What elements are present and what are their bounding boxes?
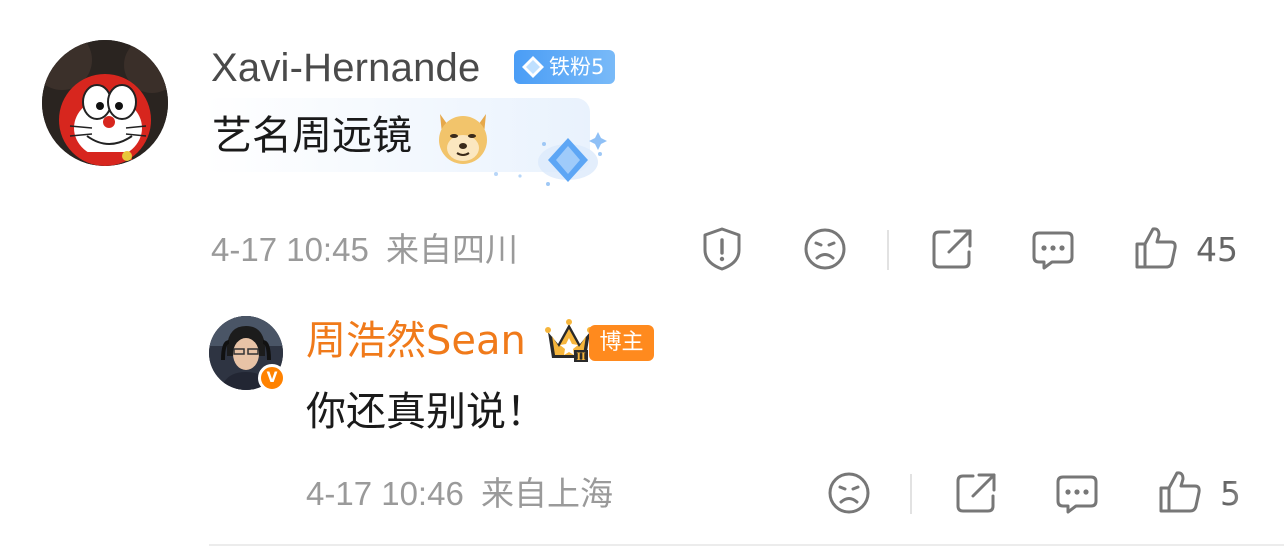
diamond-decoration-icon (494, 132, 607, 186)
dislike-icon[interactable] (802, 226, 848, 272)
reply-meta: 4-17 10:46 来自上海 (306, 474, 613, 514)
reply-time: 4-17 10:46 (306, 475, 464, 512)
avatar-doraemon-image (42, 40, 168, 166)
diamond-icon (522, 56, 544, 78)
comment-location: 来自四川 (385, 231, 518, 268)
doge-emoji-icon (439, 114, 487, 164)
username[interactable]: Xavi-Hernande (211, 44, 480, 92)
reply-like-icon[interactable] (1157, 468, 1203, 514)
reply-text: 你还真别说！ (306, 389, 546, 435)
comment-text: 艺名周远镜 (212, 113, 412, 159)
comment-time: 4-17 10:45 (211, 231, 369, 268)
reply-comment-icon[interactable] (1054, 470, 1100, 516)
fan-badge-label: 铁粉5 (549, 55, 605, 79)
like-icon[interactable] (1133, 224, 1179, 270)
comment-meta: 4-17 10:45 来自四川 (211, 230, 518, 270)
action-divider (887, 230, 889, 270)
reply-location: 来自上海 (480, 475, 613, 512)
reply-share-icon[interactable] (953, 470, 999, 516)
report-icon[interactable] (699, 226, 745, 272)
like-count: 45 (1196, 230, 1238, 269)
blogger-badge: 博主 (589, 325, 654, 361)
reply-dislike-icon[interactable] (826, 470, 872, 516)
user-avatar[interactable] (42, 40, 168, 166)
reply-username[interactable]: 周浩然Sean (306, 316, 526, 366)
reply-action-divider (910, 474, 912, 514)
comment-icon[interactable] (1030, 226, 1076, 272)
verified-badge: V (258, 364, 286, 392)
crown-level: II (576, 352, 586, 363)
crown-icon: II (545, 319, 593, 363)
edge-fade (1230, 440, 1284, 544)
share-icon[interactable] (929, 226, 975, 272)
fan-level-badge[interactable]: 铁粉5 (514, 50, 615, 84)
